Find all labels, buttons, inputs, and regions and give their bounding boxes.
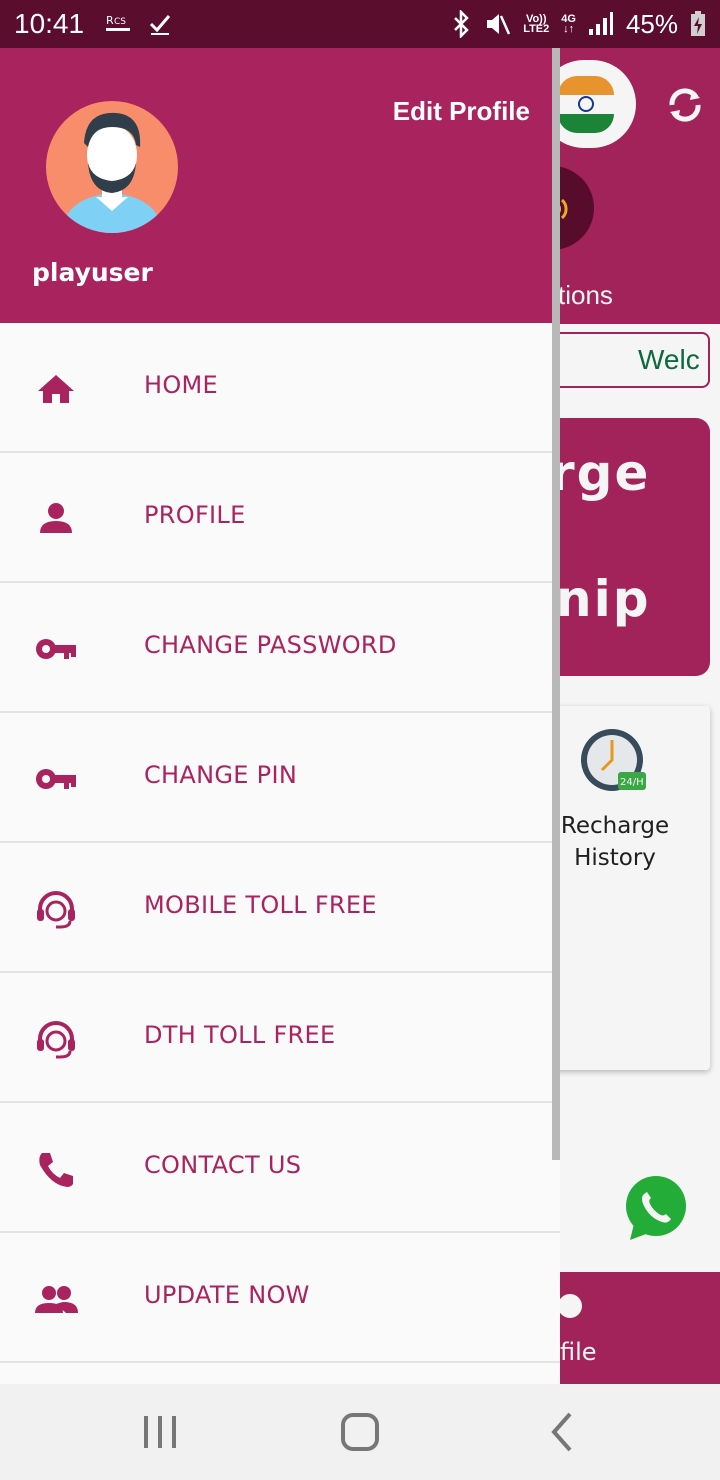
menu-item-dth-toll-free[interactable]: DTH TOLL FREE [0, 973, 560, 1103]
recent-apps-icon[interactable] [138, 1410, 182, 1454]
system-navigation-bar [0, 1384, 720, 1480]
svg-text:R: R [106, 14, 114, 27]
drawer-header: Edit Profile playuser [0, 48, 560, 323]
drawer-scrollbar[interactable] [552, 48, 560, 1160]
drawer-menu: HOME PROFILE CHANGE PASSWORD CHANGE PIN … [0, 323, 560, 1363]
key-icon [36, 769, 76, 789]
menu-item-contact-us[interactable]: CONTACT US [0, 1103, 560, 1233]
status-time: 10:41 [14, 8, 85, 39]
bluetooth-icon [454, 10, 469, 38]
rcs-icon: R CS [106, 14, 131, 31]
group-icon [35, 1286, 78, 1313]
4g-indicator: 4G ↓↑ [561, 13, 576, 35]
menu-item-mobile-toll-free[interactable]: MOBILE TOLL FREE [0, 843, 560, 973]
menu-item-change-password[interactable]: CHANGE PASSWORD [0, 583, 560, 713]
avatar[interactable] [46, 101, 178, 233]
check-icon [150, 15, 171, 35]
menu-item-change-pin[interactable]: CHANGE PIN [0, 713, 560, 843]
edit-profile-link[interactable]: Edit Profile [380, 96, 530, 127]
phone-icon [39, 1153, 73, 1187]
navigation-drawer: Edit Profile playuser HOME PROFILE CHANG… [0, 48, 560, 1384]
back-icon[interactable] [540, 1410, 584, 1454]
signal-icon [588, 12, 613, 35]
battery-charging-icon [691, 11, 705, 36]
drawer-scrim[interactable] [560, 48, 720, 1384]
svg-text:CS: CS [114, 17, 126, 27]
volte-indicator: Vo)) LTE2 [523, 13, 550, 35]
home-icon [38, 375, 74, 403]
home-nav-icon[interactable] [338, 1410, 382, 1454]
mute-icon [487, 14, 511, 35]
headset-icon [37, 891, 75, 929]
user-avatar-icon [60, 112, 164, 233]
menu-item-update-now[interactable]: UPDATE NOW [0, 1233, 560, 1363]
headset-icon [37, 1021, 75, 1059]
key-icon [36, 639, 76, 659]
username: playuser [32, 258, 153, 287]
menu-item-home[interactable]: HOME [0, 323, 560, 453]
status-bar: 10:41 R CS Vo)) LTE2 4G ↓↑ 45% [0, 0, 720, 48]
battery-percent: 45% [625, 8, 678, 39]
person-icon [40, 503, 72, 533]
menu-item-profile[interactable]: PROFILE [0, 453, 560, 583]
